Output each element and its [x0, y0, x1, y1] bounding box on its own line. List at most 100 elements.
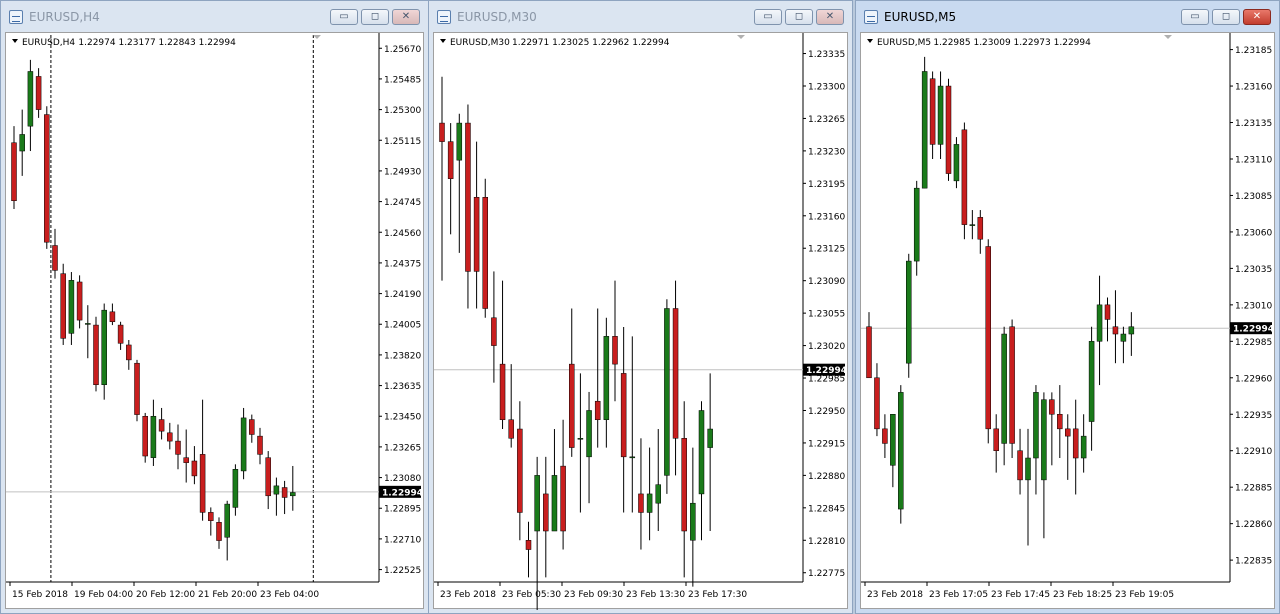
bull-candle [646, 493, 653, 513]
bear-candle [993, 428, 999, 451]
current-price-label: 1.22994 [806, 366, 847, 376]
price-tick-label: 1.23090 [808, 277, 845, 287]
maximize-button[interactable]: ◻ [1212, 9, 1240, 25]
bear-candle [281, 487, 288, 498]
time-tick-label: 19 Feb 04:00 [74, 590, 133, 600]
bull-candle [707, 428, 713, 448]
bull-candle [534, 475, 540, 532]
minimize-button[interactable]: ▭ [330, 9, 358, 25]
price-tick-label: 1.22895 [384, 505, 421, 515]
close-button[interactable]: ✕ [1243, 9, 1271, 25]
shift-marker-icon [1164, 35, 1172, 39]
window-eurusd-h4[interactable]: EURUSD,H4 ▭ ◻ ✕ 1.25670 1.25485 1.25300 1.2… [0, 0, 429, 614]
close-button[interactable]: ✕ [392, 9, 420, 25]
window-eurusd-m5[interactable]: EURUSD,M5 ▭ ◻ ✕ 1.23185 1.23160 1.23135 1.2… [855, 0, 1280, 614]
candlestick-chart-svg[interactable]: 1.23185 1.23160 1.23135 1.23110 1.23085 1.230… [861, 33, 1276, 610]
bull-candle [273, 485, 280, 495]
bear-candle [35, 76, 42, 110]
candlestick-chart-svg[interactable]: 1.23335 1.23300 1.23265 1.23230 1.23195 1.231… [434, 33, 849, 610]
bull-candle [224, 503, 230, 538]
bear-candle [672, 308, 679, 439]
price-tick-label: 1.23335 [808, 50, 845, 60]
price-chart[interactable]: 1.25670 1.25485 1.25300 1.25115 1.24930 1.247… [5, 32, 424, 609]
price-tick-label: 1.22910 [1235, 447, 1272, 457]
maximize-button[interactable]: ◻ [785, 9, 813, 25]
price-tick-label: 1.22810 [808, 537, 845, 547]
price-tick-label: 1.24930 [384, 167, 421, 177]
bull-candle [551, 475, 558, 532]
price-tick-label: 1.22845 [808, 504, 845, 514]
bull-candle [240, 417, 247, 472]
price-tick-label: 1.22710 [384, 535, 421, 545]
time-tick-label: 23 Feb 17:45 [991, 590, 1050, 600]
bear-candle [473, 196, 480, 272]
price-tick-label: 1.23265 [808, 115, 845, 125]
bear-candle [257, 435, 263, 455]
price-tick-label: 1.22960 [1235, 374, 1272, 384]
time-tick-label: 23 Feb 2018 [867, 590, 923, 600]
bull-candle [1128, 326, 1135, 335]
bear-candle [109, 311, 116, 323]
bull-candle [898, 392, 904, 510]
bear-candle [1017, 450, 1023, 481]
chart-symbol-label: EURUSD,M5 [877, 38, 931, 48]
bear-candle [638, 493, 644, 513]
bull-candle [1025, 457, 1031, 481]
price-tick-label: 1.25300 [384, 106, 421, 116]
bear-candle [11, 142, 17, 202]
bear-candle [945, 85, 952, 174]
window-titlebar[interactable]: EURUSD,M30 ▭ ◻ ✕ [429, 1, 852, 34]
maximize-button[interactable]: ◻ [361, 9, 389, 25]
bear-candle [249, 419, 255, 435]
bear-candle [866, 326, 872, 379]
close-button[interactable]: ✕ [816, 9, 844, 25]
bear-candle [560, 465, 566, 532]
bull-candle [906, 260, 912, 364]
time-tick-label: 23 Feb 13:30 [626, 590, 685, 600]
current-price-label: 1.22994 [1233, 325, 1274, 335]
time-tick-label: 23 Feb 2018 [440, 590, 496, 600]
bear-candle [199, 454, 206, 513]
price-tick-label: 1.23635 [384, 382, 421, 392]
price-tick-label: 1.24005 [384, 321, 421, 331]
bull-candle [913, 187, 920, 262]
price-chart[interactable]: 1.23185 1.23160 1.23135 1.23110 1.23085 1.230… [860, 32, 1275, 609]
time-tick-label: 23 Feb 17:30 [688, 590, 747, 600]
bear-candle [158, 419, 165, 432]
bear-candle [134, 362, 140, 415]
bear-candle [874, 377, 880, 430]
window-titlebar[interactable]: EURUSD,M5 ▭ ◻ ✕ [856, 1, 1279, 34]
candlestick-chart-svg[interactable]: 1.25670 1.25485 1.25300 1.25115 1.24930 1.247… [6, 33, 425, 610]
bear-candle [543, 493, 549, 532]
price-chart[interactable]: 1.23335 1.23300 1.23265 1.23230 1.23195 1.231… [433, 32, 849, 610]
bull-candle [969, 224, 976, 226]
bear-candle [216, 522, 222, 541]
bear-candle [1057, 414, 1063, 430]
bull-candle [1088, 341, 1095, 422]
time-tick-label: 15 Feb 2018 [12, 590, 68, 600]
price-tick-label: 1.22525 [384, 566, 421, 576]
price-tick-label: 1.23010 [1235, 301, 1272, 311]
price-tick-label: 1.23300 [808, 82, 845, 92]
bull-candle [1033, 392, 1039, 459]
price-tick-label: 1.24745 [384, 198, 421, 208]
bear-candle [491, 317, 497, 346]
minimize-button[interactable]: ▭ [754, 9, 782, 25]
minimize-button[interactable]: ▭ [1181, 9, 1209, 25]
bear-candle [1009, 326, 1015, 444]
price-tick-label: 1.23160 [1235, 83, 1272, 93]
price-tick-label: 1.23020 [808, 342, 845, 352]
bear-candle [208, 512, 214, 521]
price-tick-label: 1.23160 [808, 212, 845, 222]
chart-ohlc-quote: 1.22971 1.23025 1.22962 1.22994 [512, 38, 670, 48]
time-tick-label: 23 Feb 19:05 [1115, 590, 1174, 600]
time-tick-label: 23 Feb 04:00 [260, 590, 319, 600]
window-eurusd-m30[interactable]: EURUSD,M30 ▭ ◻ ✕ 1.23335 1.23300 1.23265 1.… [428, 0, 853, 614]
price-tick-label: 1.23080 [384, 474, 421, 484]
bear-candle [447, 141, 454, 179]
price-tick-label: 1.24375 [384, 259, 421, 269]
window-titlebar[interactable]: EURUSD,H4 ▭ ◻ ✕ [1, 1, 428, 34]
bull-candle [456, 122, 463, 161]
bull-candle [19, 134, 25, 152]
bull-candle [953, 144, 960, 182]
